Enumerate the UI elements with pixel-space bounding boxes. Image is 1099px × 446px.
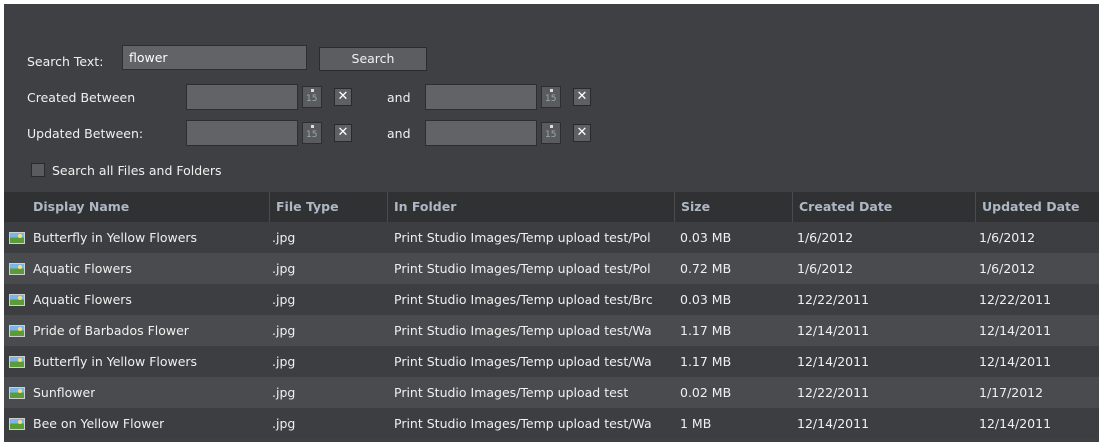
updated-from-clear-icon[interactable]: ✕ [334, 124, 352, 142]
size-cell: 1 MB [680, 416, 712, 431]
in-folder-cell: Print Studio Images/Temp upload test [394, 385, 629, 400]
updated-to-field[interactable] [425, 120, 537, 146]
table-row[interactable]: Aquatic Flowers .jpg Print Studio Images/T… [4, 253, 1099, 284]
search-button[interactable]: Search [319, 47, 427, 71]
size-cell: 1.17 MB [680, 354, 732, 369]
table-row[interactable]: Pride of Barbados Flower .jpg Print Studio… [4, 315, 1099, 346]
updated-to-clear-icon[interactable]: ✕ [573, 124, 591, 142]
in-folder-cell: Print Studio Images/Temp upload test/Wa [394, 416, 652, 431]
search-all-label: Search all Files and Folders [52, 163, 222, 178]
updated-from-field[interactable] [186, 120, 298, 146]
file-type-cell: .jpg [272, 385, 296, 400]
updated-between-label: Updated Between: [27, 126, 144, 141]
image-file-icon [9, 294, 25, 306]
table-row[interactable]: Aquatic Flowers .jpg Print Studio Images/T… [4, 284, 1099, 315]
created-between-label: Created Between [27, 90, 136, 105]
created-date-cell: 12/14/2011 [797, 323, 870, 338]
file-type-cell: .jpg [272, 354, 296, 369]
search-input[interactable] [122, 45, 307, 70]
display-name-cell: Sunflower [33, 385, 96, 400]
in-folder-cell: Print Studio Images/Temp upload test/Pol [394, 261, 651, 276]
created-from-calendar-icon[interactable]: 15 [302, 86, 322, 108]
table-row[interactable]: Butterfly in Yellow Flowers .jpg Print Stu… [4, 222, 1099, 253]
size-cell: 0.03 MB [680, 292, 732, 307]
in-folder-cell: Print Studio Images/Temp upload test/Wa [394, 323, 652, 338]
display-name-cell: Aquatic Flowers [33, 292, 132, 307]
display-name-cell: Butterfly in Yellow Flowers [33, 354, 198, 369]
column-header-size[interactable]: Size [674, 192, 792, 222]
updated-date-cell: 12/22/2011 [979, 292, 1052, 307]
updated-date-cell: 12/14/2011 [979, 416, 1052, 431]
updated-from-calendar-icon[interactable]: 15 [302, 122, 322, 144]
in-folder-cell: Print Studio Images/Temp upload test/Wa [394, 354, 652, 369]
created-to-clear-icon[interactable]: ✕ [573, 88, 591, 106]
image-file-icon [9, 325, 25, 337]
file-type-cell: .jpg [272, 230, 296, 245]
column-header-updated-date[interactable]: Updated Date [975, 192, 1099, 222]
file-type-cell: .jpg [272, 416, 296, 431]
search-all-checkbox[interactable] [31, 163, 45, 177]
updated-date-cell: 12/14/2011 [979, 323, 1052, 338]
display-name-cell: Pride of Barbados Flower [33, 323, 189, 338]
updated-date-cell: 1/17/2012 [979, 385, 1044, 400]
updated-date-cell: 1/6/2012 [979, 230, 1036, 245]
file-search-panel: Search Text: Search Created Between 15 ✕… [4, 4, 1099, 442]
created-date-cell: 12/22/2011 [797, 292, 870, 307]
created-date-cell: 12/14/2011 [797, 354, 870, 369]
created-to-field[interactable] [425, 84, 537, 110]
size-cell: 0.72 MB [680, 261, 732, 276]
image-file-icon [9, 263, 25, 275]
table-row[interactable]: Butterfly in Yellow Flowers .jpg Print Stu… [4, 346, 1099, 377]
updated-and-label: and [387, 126, 411, 141]
table-row[interactable]: Bee on Yellow Flower .jpg Print Studio Ima… [4, 408, 1099, 439]
column-header-display-name[interactable]: Display Name [27, 192, 269, 222]
file-type-cell: .jpg [272, 323, 296, 338]
display-name-cell: Aquatic Flowers [33, 261, 132, 276]
column-header-file-type[interactable]: File Type [269, 192, 387, 222]
file-type-cell: .jpg [272, 292, 296, 307]
created-to-calendar-icon[interactable]: 15 [541, 86, 561, 108]
display-name-cell: Butterfly in Yellow Flowers [33, 230, 198, 245]
created-date-cell: 1/6/2012 [797, 230, 854, 245]
updated-date-cell: 12/14/2011 [979, 354, 1052, 369]
column-header-in-folder[interactable]: In Folder [387, 192, 674, 222]
search-form: Search Text: Search Created Between 15 ✕… [4, 4, 1099, 192]
file-type-cell: .jpg [272, 261, 296, 276]
updated-date-cell: 1/6/2012 [979, 261, 1036, 276]
image-file-icon [9, 387, 25, 399]
size-cell: 1.17 MB [680, 323, 732, 338]
in-folder-cell: Print Studio Images/Temp upload test/Pol [394, 230, 651, 245]
grid-header: Display Name File Type In Folder Size Cr… [4, 192, 1099, 222]
in-folder-cell: Print Studio Images/Temp upload test/Brc [394, 292, 653, 307]
created-date-cell: 12/22/2011 [797, 385, 870, 400]
search-text-label: Search Text: [27, 54, 104, 69]
size-cell: 0.02 MB [680, 385, 732, 400]
column-header-created-date[interactable]: Created Date [792, 192, 975, 222]
size-cell: 0.03 MB [680, 230, 732, 245]
created-date-cell: 1/6/2012 [797, 261, 854, 276]
created-from-field[interactable] [186, 84, 298, 110]
image-file-icon [9, 356, 25, 368]
updated-to-calendar-icon[interactable]: 15 [541, 122, 561, 144]
image-file-icon [9, 232, 25, 244]
created-from-clear-icon[interactable]: ✕ [334, 88, 352, 106]
created-and-label: and [387, 90, 411, 105]
table-row[interactable]: Sunflower .jpg Print Studio Images/Temp up… [4, 377, 1099, 408]
display-name-cell: Bee on Yellow Flower [33, 416, 165, 431]
created-date-cell: 12/14/2011 [797, 416, 870, 431]
image-file-icon [9, 418, 25, 430]
